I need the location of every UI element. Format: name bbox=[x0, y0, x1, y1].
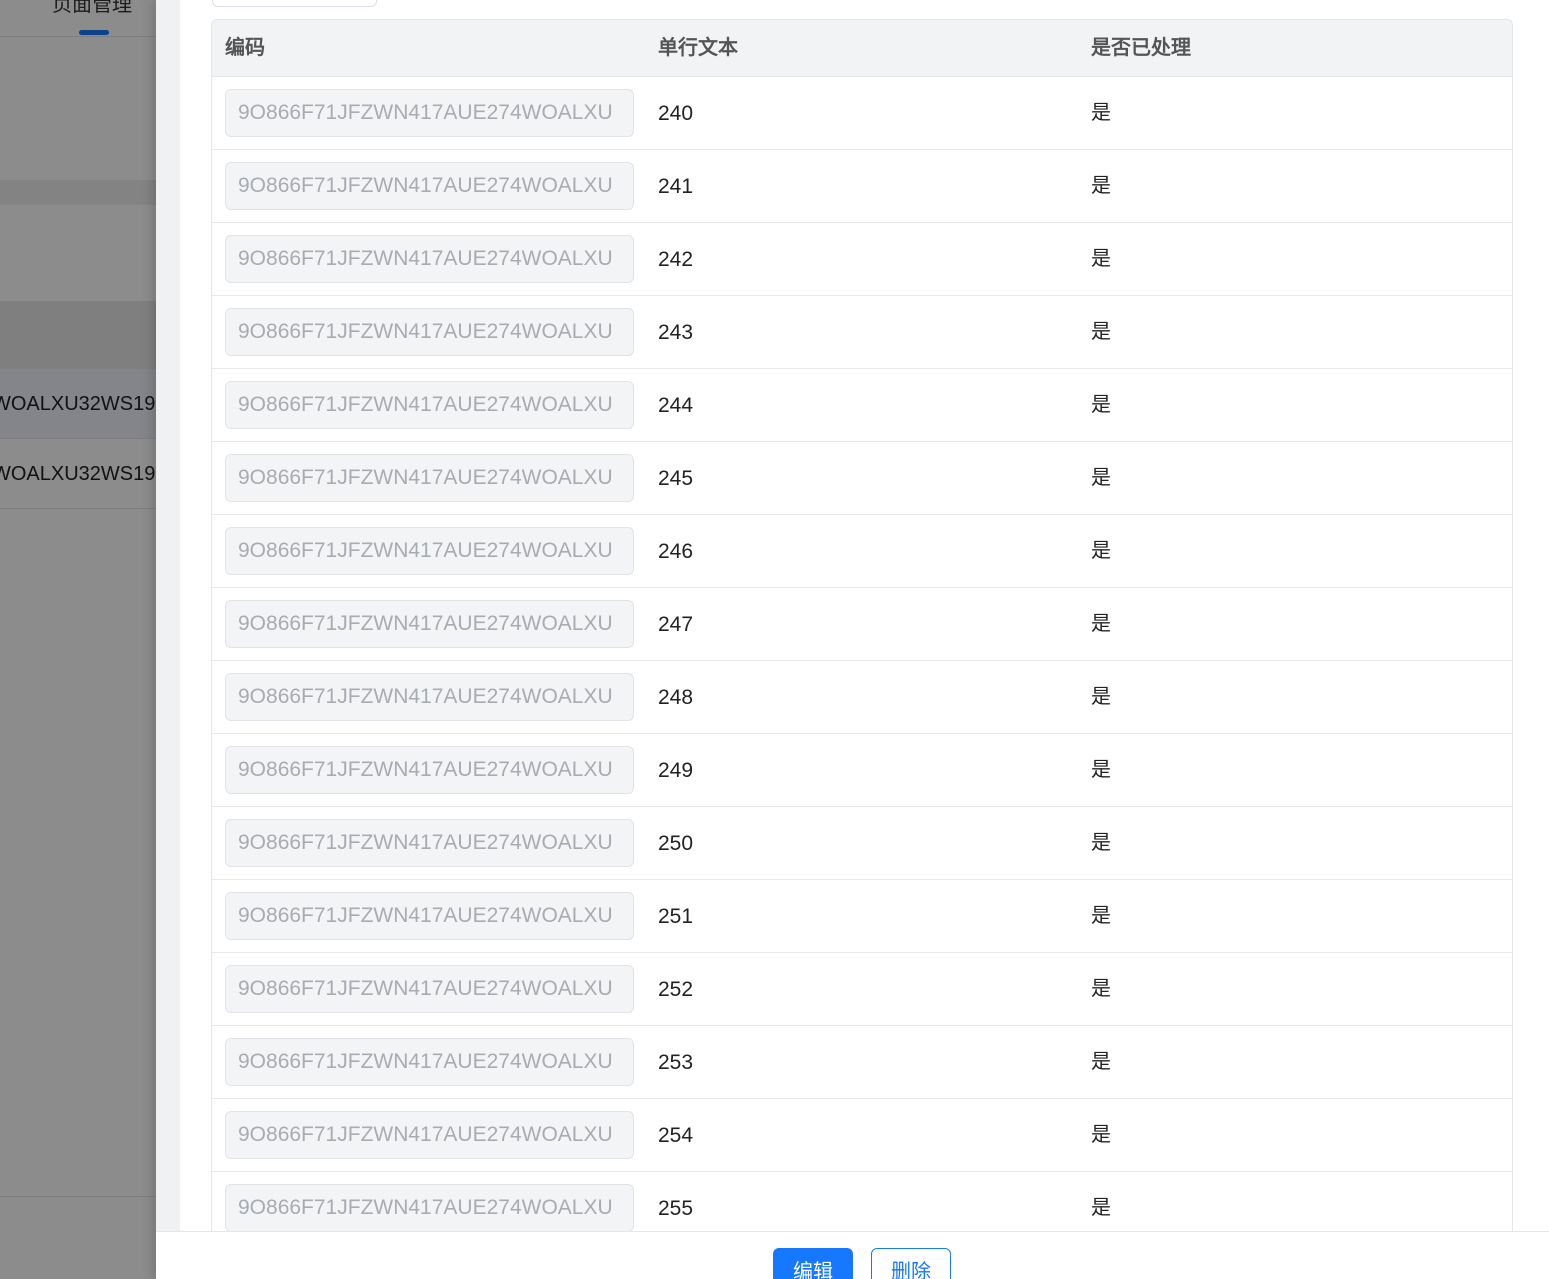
single-line-text-cell: 250 bbox=[658, 832, 694, 855]
detail-drawer: 编码 单行文本 是否已处理 9O866F71JFZWN417AUE274WOAL… bbox=[156, 0, 1549, 1279]
processed-cell: 是 bbox=[1091, 759, 1111, 781]
table-row: 9O866F71JFZWN417AUE274WOALXU 246 是 bbox=[212, 515, 1512, 588]
table-row: 9O866F71JFZWN417AUE274WOALXU 242 是 bbox=[212, 223, 1512, 296]
processed-cell: 是 bbox=[1091, 394, 1111, 416]
top-search-input[interactable] bbox=[212, 0, 377, 7]
single-line-text-cell: 244 bbox=[658, 394, 694, 417]
table-body: 9O866F71JFZWN417AUE274WOALXU 240 是 9O866F71… bbox=[212, 77, 1512, 1245]
table-row: 9O866F71JFZWN417AUE274WOALXU 244 是 bbox=[212, 369, 1512, 442]
column-header-processed: 是否已处理 bbox=[1091, 37, 1191, 59]
code-input[interactable]: 9O866F71JFZWN417AUE274WOALXU bbox=[225, 381, 634, 429]
single-line-text-cell: 242 bbox=[658, 248, 694, 271]
table-row: 9O866F71JFZWN417AUE274WOALXU 248 是 bbox=[212, 661, 1512, 734]
code-input[interactable]: 9O866F71JFZWN417AUE274WOALXU bbox=[225, 1111, 634, 1159]
processed-cell: 是 bbox=[1091, 1124, 1111, 1146]
single-line-text-cell: 254 bbox=[658, 1124, 694, 1147]
code-input[interactable]: 9O866F71JFZWN417AUE274WOALXU bbox=[225, 1038, 634, 1086]
code-value: 9O866F71JFZWN417AUE274WOALXU bbox=[238, 466, 613, 489]
column-header-text: 单行文本 bbox=[658, 37, 738, 59]
code-input[interactable]: 9O866F71JFZWN417AUE274WOALXU bbox=[225, 308, 634, 356]
drawer-gutter bbox=[156, 0, 180, 1231]
code-input[interactable]: 9O866F71JFZWN417AUE274WOALXU bbox=[225, 746, 634, 794]
single-line-text-cell: 240 bbox=[658, 102, 694, 125]
edit-button[interactable]: 编辑 bbox=[773, 1248, 853, 1279]
code-input[interactable]: 9O866F71JFZWN417AUE274WOALXU bbox=[225, 819, 634, 867]
code-input[interactable]: 9O866F71JFZWN417AUE274WOALXU bbox=[225, 235, 634, 283]
table-row: 9O866F71JFZWN417AUE274WOALXU 243 是 bbox=[212, 296, 1512, 369]
code-value: 9O866F71JFZWN417AUE274WOALXU bbox=[238, 831, 613, 854]
single-line-text-cell: 243 bbox=[658, 321, 694, 344]
code-input[interactable]: 9O866F71JFZWN417AUE274WOALXU bbox=[225, 673, 634, 721]
code-input[interactable]: 9O866F71JFZWN417AUE274WOALXU bbox=[225, 600, 634, 648]
code-value: 9O866F71JFZWN417AUE274WOALXU bbox=[238, 1050, 613, 1073]
code-input[interactable]: 9O866F71JFZWN417AUE274WOALXU bbox=[225, 1184, 634, 1232]
single-line-text-cell: 253 bbox=[658, 1051, 694, 1074]
data-table: 编码 单行文本 是否已处理 9O866F71JFZWN417AUE274WOAL… bbox=[211, 19, 1513, 1246]
processed-cell: 是 bbox=[1091, 686, 1111, 708]
table-row: 9O866F71JFZWN417AUE274WOALXU 254 是 bbox=[212, 1099, 1512, 1172]
code-input[interactable]: 9O866F71JFZWN417AUE274WOALXU bbox=[225, 89, 634, 137]
code-input[interactable]: 9O866F71JFZWN417AUE274WOALXU bbox=[225, 527, 634, 575]
code-input[interactable]: 9O866F71JFZWN417AUE274WOALXU bbox=[225, 965, 634, 1013]
single-line-text-cell: 241 bbox=[658, 175, 694, 198]
single-line-text-cell: 245 bbox=[658, 467, 694, 490]
table-row: 9O866F71JFZWN417AUE274WOALXU 250 是 bbox=[212, 807, 1512, 880]
single-line-text-cell: 246 bbox=[658, 540, 694, 563]
single-line-text-cell: 252 bbox=[658, 978, 694, 1001]
table-row: 9O866F71JFZWN417AUE274WOALXU 240 是 bbox=[212, 77, 1512, 150]
code-input[interactable]: 9O866F71JFZWN417AUE274WOALXU bbox=[225, 162, 634, 210]
single-line-text-cell: 248 bbox=[658, 686, 694, 709]
single-line-text-cell: 249 bbox=[658, 759, 694, 782]
code-value: 9O866F71JFZWN417AUE274WOALXU bbox=[238, 320, 613, 343]
code-value: 9O866F71JFZWN417AUE274WOALXU bbox=[238, 904, 613, 927]
table-row: 9O866F71JFZWN417AUE274WOALXU 249 是 bbox=[212, 734, 1512, 807]
code-value: 9O866F71JFZWN417AUE274WOALXU bbox=[238, 685, 613, 708]
code-value: 9O866F71JFZWN417AUE274WOALXU bbox=[238, 247, 613, 270]
processed-cell: 是 bbox=[1091, 467, 1111, 489]
code-value: 9O866F71JFZWN417AUE274WOALXU bbox=[238, 174, 613, 197]
table-row: 9O866F71JFZWN417AUE274WOALXU 252 是 bbox=[212, 953, 1512, 1026]
drawer-footer: 编辑 删除 bbox=[156, 1231, 1549, 1279]
processed-cell: 是 bbox=[1091, 905, 1111, 927]
code-value: 9O866F71JFZWN417AUE274WOALXU bbox=[238, 977, 613, 1000]
delete-button[interactable]: 删除 bbox=[871, 1248, 951, 1279]
column-header-code: 编码 bbox=[225, 37, 265, 59]
processed-cell: 是 bbox=[1091, 540, 1111, 562]
table-row: 9O866F71JFZWN417AUE274WOALXU 253 是 bbox=[212, 1026, 1512, 1099]
processed-cell: 是 bbox=[1091, 321, 1111, 343]
code-value: 9O866F71JFZWN417AUE274WOALXU bbox=[238, 612, 613, 635]
single-line-text-cell: 247 bbox=[658, 613, 694, 636]
table-header: 编码 单行文本 是否已处理 bbox=[212, 20, 1512, 77]
code-value: 9O866F71JFZWN417AUE274WOALXU bbox=[238, 393, 613, 416]
processed-cell: 是 bbox=[1091, 613, 1111, 635]
code-value: 9O866F71JFZWN417AUE274WOALXU bbox=[238, 758, 613, 781]
processed-cell: 是 bbox=[1091, 102, 1111, 124]
single-line-text-cell: 251 bbox=[658, 905, 694, 928]
processed-cell: 是 bbox=[1091, 175, 1111, 197]
code-value: 9O866F71JFZWN417AUE274WOALXU bbox=[238, 1196, 613, 1219]
code-value: 9O866F71JFZWN417AUE274WOALXU bbox=[238, 101, 613, 124]
processed-cell: 是 bbox=[1091, 832, 1111, 854]
processed-cell: 是 bbox=[1091, 1051, 1111, 1073]
code-value: 9O866F71JFZWN417AUE274WOALXU bbox=[238, 539, 613, 562]
code-input[interactable]: 9O866F71JFZWN417AUE274WOALXU bbox=[225, 892, 634, 940]
table-row: 9O866F71JFZWN417AUE274WOALXU 241 是 bbox=[212, 150, 1512, 223]
table-row: 9O866F71JFZWN417AUE274WOALXU 245 是 bbox=[212, 442, 1512, 515]
table-row: 9O866F71JFZWN417AUE274WOALXU 247 是 bbox=[212, 588, 1512, 661]
code-value: 9O866F71JFZWN417AUE274WOALXU bbox=[238, 1123, 613, 1146]
code-input[interactable]: 9O866F71JFZWN417AUE274WOALXU bbox=[225, 454, 634, 502]
processed-cell: 是 bbox=[1091, 248, 1111, 270]
processed-cell: 是 bbox=[1091, 978, 1111, 1000]
table-row: 9O866F71JFZWN417AUE274WOALXU 251 是 bbox=[212, 880, 1512, 953]
